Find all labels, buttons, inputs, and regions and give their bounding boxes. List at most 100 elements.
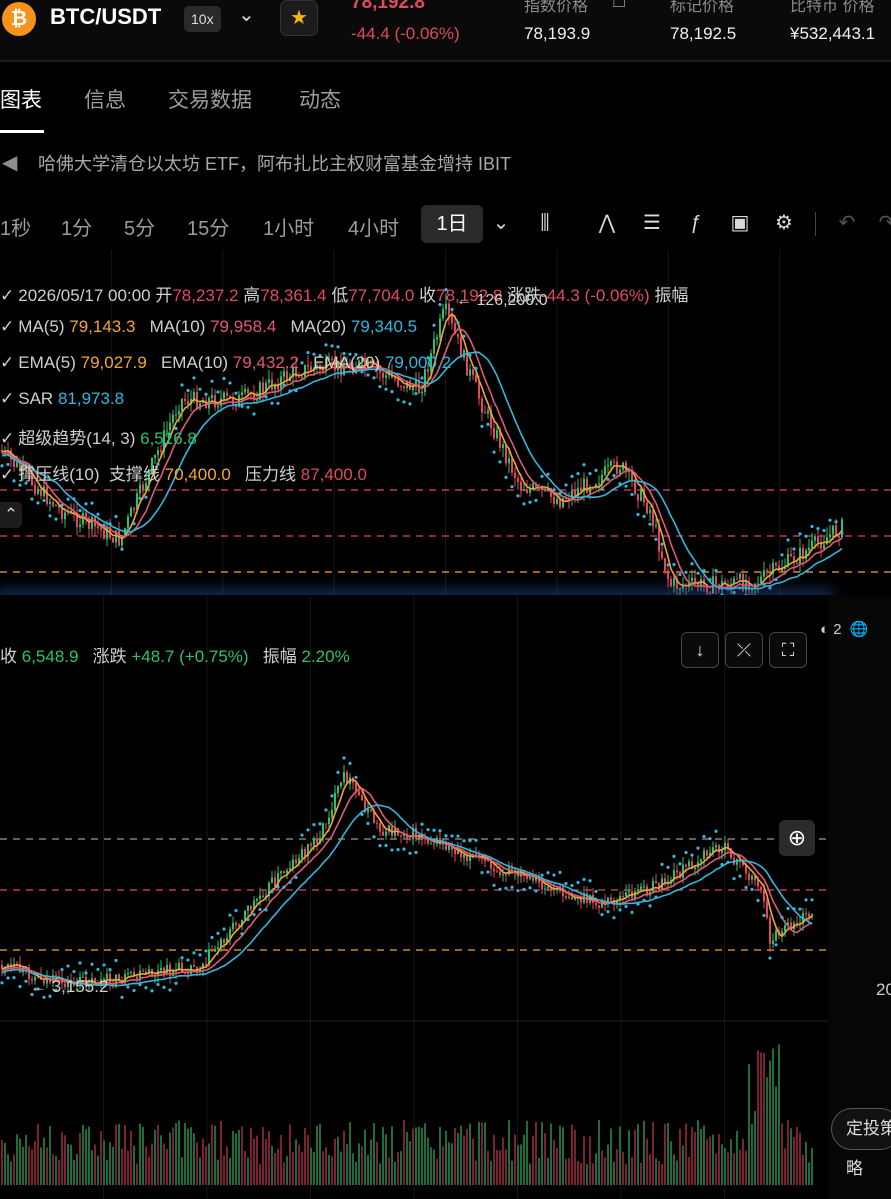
volume-bar xyxy=(163,1143,165,1185)
trading-pair[interactable]: BTC/USDT xyxy=(50,4,161,30)
sar-dot xyxy=(726,860,730,864)
interval-4h[interactable]: 4小时 xyxy=(348,212,399,241)
function-icon[interactable]: ƒ xyxy=(681,206,711,240)
interval-chevron-down-icon[interactable]: ⌄ xyxy=(486,206,516,240)
volume-bar xyxy=(598,1120,600,1185)
sar-dot xyxy=(228,913,232,917)
sar-dot xyxy=(582,463,586,467)
check-icon[interactable]: ✓ xyxy=(0,317,14,336)
add-alert-plus-icon[interactable]: ⊕ xyxy=(779,820,815,856)
sar-dot xyxy=(522,502,526,506)
candle-body xyxy=(694,867,696,870)
volume-bar xyxy=(40,1147,42,1185)
external-link-icon[interactable]: ☐ xyxy=(612,0,626,12)
interval-1d[interactable]: 1日 xyxy=(421,205,483,243)
tab-activity[interactable]: 动态 xyxy=(299,84,341,114)
volume-bar xyxy=(64,1135,66,1185)
sar-dot xyxy=(420,376,424,380)
volume-bar xyxy=(421,1127,423,1185)
volume-bar xyxy=(457,1132,459,1185)
volume-bar xyxy=(523,1134,525,1185)
sar-dot xyxy=(516,494,520,498)
candle-body xyxy=(280,871,282,874)
sar-dot xyxy=(384,387,388,391)
check-icon[interactable]: ✓ xyxy=(0,389,14,408)
check-icon[interactable]: ✓ xyxy=(0,353,14,372)
sar-dot xyxy=(90,962,94,966)
candle-body xyxy=(661,551,663,559)
drawing-list-icon[interactable]: ☰ xyxy=(637,206,667,240)
sar-dot xyxy=(138,496,142,501)
download-icon[interactable]: ↓ xyxy=(681,632,719,668)
volume-bar xyxy=(73,1159,75,1185)
candle-type-icon[interactable]: ⫼ xyxy=(530,206,560,240)
check-icon[interactable]: ✓ xyxy=(0,465,14,484)
candle-body xyxy=(325,823,327,825)
interval-1s[interactable]: 1秒 xyxy=(0,212,31,241)
volume-bar xyxy=(43,1137,45,1185)
sar-dot xyxy=(810,524,814,529)
volume-bar xyxy=(127,1151,129,1185)
floating-candlestick-chart[interactable] xyxy=(0,595,828,1199)
dca-strategy-button[interactable]: 定投策略 xyxy=(831,1108,891,1178)
collapse-icon[interactable]: ⤫ xyxy=(725,632,763,668)
right-strip-controls[interactable]: ◐ 2 🌐 xyxy=(820,620,891,650)
indicator-icon[interactable]: ⋀ xyxy=(592,206,622,240)
volume-bar xyxy=(139,1123,141,1185)
sar-dot xyxy=(396,848,400,852)
volume-bar xyxy=(712,1134,714,1185)
tab-chart[interactable]: 图表 xyxy=(0,84,42,114)
leverage-badge[interactable]: 10x xyxy=(184,6,221,32)
sar-dot xyxy=(612,474,616,478)
gear-icon[interactable]: ⚙ xyxy=(769,206,799,240)
interval-5m[interactable]: 5分 xyxy=(124,212,155,241)
sar-dot xyxy=(660,542,664,546)
sar-dot xyxy=(810,898,814,902)
volume-bar xyxy=(409,1141,411,1185)
chart2-close-value: 6,548.9 xyxy=(21,647,79,666)
chevron-down-icon[interactable]: ⌄ xyxy=(238,2,255,27)
candle-body xyxy=(493,868,495,872)
index-price-label[interactable]: 指数价格 xyxy=(524,0,588,16)
candle-body xyxy=(397,379,399,386)
volume-bar xyxy=(514,1134,516,1185)
candle-body xyxy=(181,398,183,412)
undo-icon[interactable]: ↶ xyxy=(832,206,862,240)
candle-body xyxy=(166,964,168,974)
fullscreen-icon[interactable]: ⛶ xyxy=(769,632,807,668)
volume-bar xyxy=(763,1053,765,1185)
volume-bar xyxy=(10,1161,12,1185)
price-change: -44.4 (-0.06%) xyxy=(351,24,460,43)
interval-1h[interactable]: 1小时 xyxy=(263,212,314,241)
volume-bar xyxy=(238,1129,240,1185)
volume-bar xyxy=(487,1150,489,1185)
candle-body xyxy=(811,540,813,548)
sar-dot xyxy=(84,971,88,975)
sar-dot xyxy=(330,344,334,348)
sar-dot xyxy=(72,497,76,501)
favorite-star-icon[interactable]: ★ xyxy=(280,0,318,36)
candle-body xyxy=(598,483,600,485)
sar-dot xyxy=(144,986,148,990)
sar-dot xyxy=(6,976,10,980)
calendar-icon[interactable]: ▣ xyxy=(725,206,755,240)
sar-dot xyxy=(288,880,292,884)
interval-15m[interactable]: 15分 xyxy=(187,212,229,241)
resistance-value: 87,400.0 xyxy=(300,465,367,484)
tab-info[interactable]: 信息 xyxy=(84,84,126,114)
interval-1m[interactable]: 1分 xyxy=(61,212,92,241)
volume-bar xyxy=(568,1158,570,1185)
candle-body xyxy=(451,315,453,324)
volume-bar xyxy=(283,1162,285,1185)
sar-dot xyxy=(804,898,808,902)
candle-body xyxy=(505,444,507,464)
sar-dot xyxy=(108,968,112,972)
redo-icon[interactable]: ↷ xyxy=(872,206,891,240)
sar-dot xyxy=(702,834,706,839)
announcement-text[interactable]: 哈佛大学清仓以太坊 ETF，阿布扎比主权财富基金增持 IBIT xyxy=(38,150,511,176)
check-icon[interactable]: ✓ xyxy=(0,429,14,448)
check-icon[interactable]: ✓ xyxy=(0,286,14,305)
tab-trading-data[interactable]: 交易数据 xyxy=(168,84,252,114)
collapse-legend-icon[interactable]: ⌃ xyxy=(0,502,22,528)
sar-dot xyxy=(438,829,442,833)
